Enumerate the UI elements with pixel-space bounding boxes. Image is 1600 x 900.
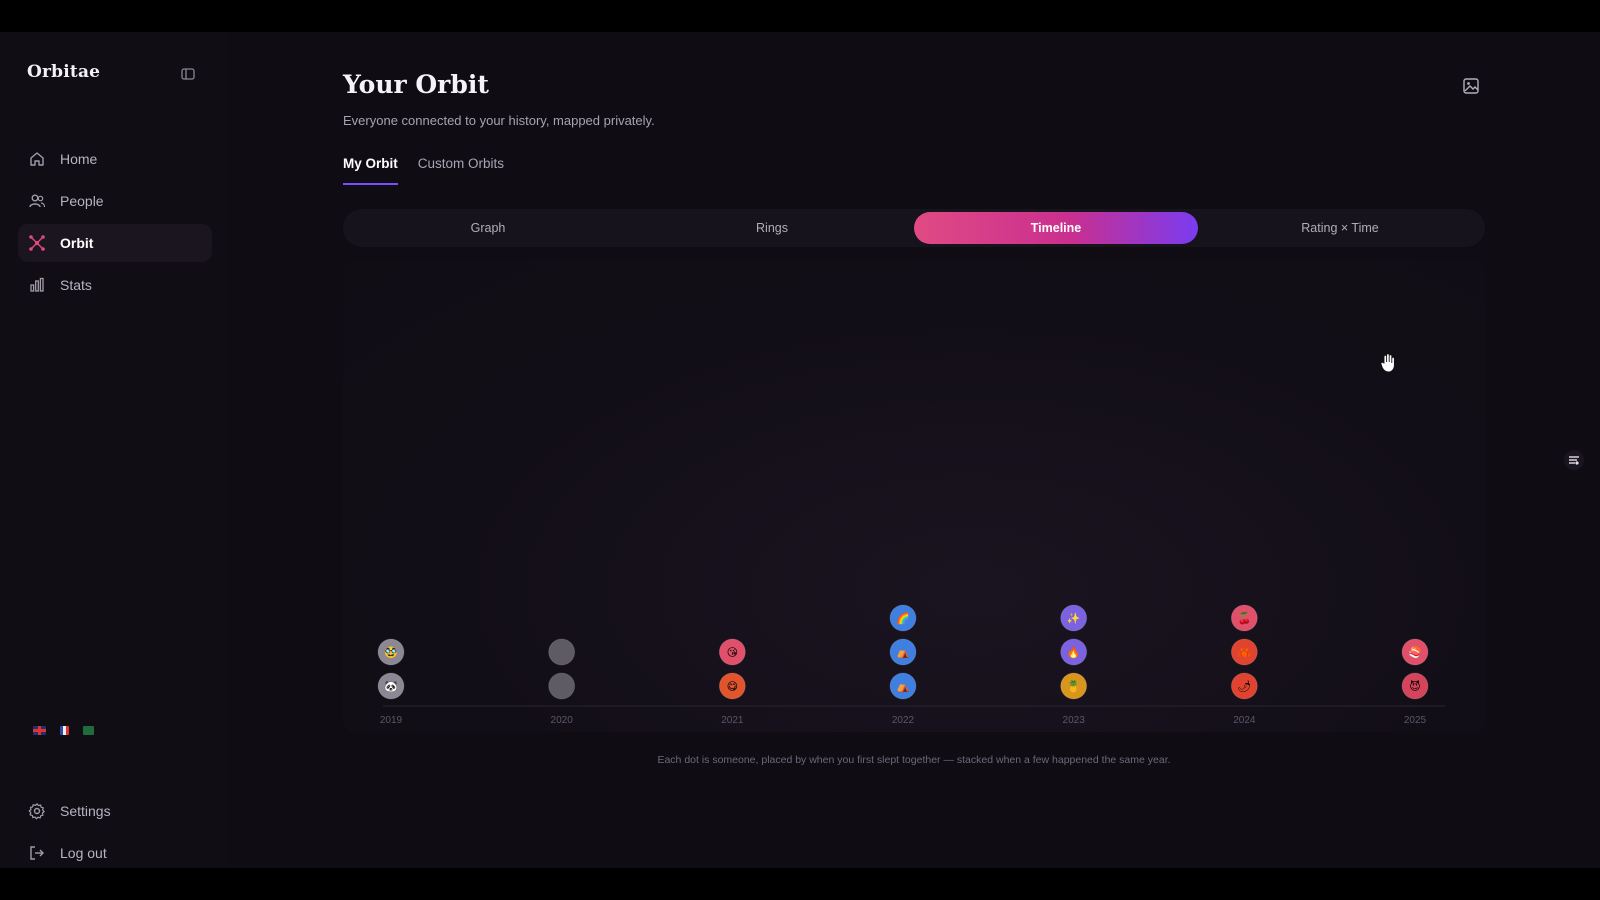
home-icon — [27, 149, 47, 169]
sidebar-collapse-button[interactable] — [180, 66, 196, 82]
image-icon — [1463, 78, 1479, 94]
person-dot[interactable]: ⛺ — [889, 638, 917, 666]
person-dot[interactable]: 😋 — [718, 672, 746, 700]
main-content: Your Orbit Everyone connected to your hi… — [343, 32, 1485, 868]
view-rating-time-button[interactable]: Rating × Time — [1198, 212, 1482, 244]
tab-my-orbit[interactable]: My Orbit — [343, 156, 398, 185]
year-tick-label: 2019 — [380, 715, 403, 726]
view-graph-button[interactable]: Graph — [346, 212, 630, 244]
person-dot[interactable] — [548, 672, 576, 700]
person-dot[interactable]: 😈 — [1401, 672, 1429, 700]
sidebar-item-label: People — [60, 193, 104, 209]
hand-cursor-icon — [1378, 352, 1398, 374]
sidebar-item-label: Stats — [60, 277, 92, 293]
person-emoji: 🔥 — [1067, 646, 1081, 659]
tab-custom-orbits[interactable]: Custom Orbits — [418, 156, 504, 185]
person-emoji: 😘 — [727, 646, 738, 659]
gear-icon — [27, 801, 47, 821]
person-dot[interactable]: 🥸 — [377, 638, 405, 666]
person-dot[interactable]: 😘 — [718, 638, 746, 666]
stats-icon — [27, 275, 47, 295]
sidebar-item-stats[interactable]: Stats — [18, 266, 212, 304]
panel-toggle-icon — [181, 68, 195, 80]
person-dot[interactable]: 🐼 — [377, 672, 405, 700]
sidebar-nav: Home People Orbit Stats — [18, 140, 212, 308]
person-dot[interactable]: 🌶 — [1230, 672, 1258, 700]
person-dot[interactable]: ✨ — [1060, 604, 1088, 632]
logout-label: Log out — [60, 845, 107, 861]
language-switcher — [33, 726, 94, 735]
person-emoji: 😋 — [727, 680, 738, 693]
person-emoji: 🍣 — [1408, 645, 1422, 659]
person-emoji: ⛺ — [896, 680, 910, 693]
view-rings-button[interactable]: Rings — [630, 212, 914, 244]
person-dot[interactable]: 🌈 — [889, 604, 917, 632]
person-emoji: 🍍 — [1067, 680, 1081, 693]
timeline-caption: Each dot is someone, placed by when you … — [657, 754, 1171, 766]
person-dot[interactable]: 🦀 — [1230, 638, 1258, 666]
orbit-icon — [27, 233, 47, 253]
timeline-chart-panel[interactable]: 2019 2020 2021 2022 2023 2024 2025 🐼 🥸 😋 😘 ⛺ ⛺ 🌈 🍍 🔥 ✨ 🌶 🦀… — [343, 260, 1485, 732]
person-emoji: 😈 — [1409, 680, 1420, 693]
sidebar-item-people[interactable]: People — [18, 182, 212, 220]
logout-button[interactable]: Log out — [18, 834, 212, 868]
sidebar-item-orbit[interactable]: Orbit — [18, 224, 212, 262]
brand-logo[interactable]: Orbitae — [27, 62, 100, 82]
person-dot[interactable]: 🍣 — [1401, 638, 1429, 666]
sidebar-item-label: Orbit — [60, 235, 94, 251]
year-tick-label: 2023 — [1063, 715, 1086, 726]
sidebar-item-settings[interactable]: Settings — [18, 792, 212, 830]
year-tick-label: 2022 — [892, 715, 915, 726]
view-timeline-button[interactable]: Timeline — [914, 212, 1198, 244]
filter-icon — [1569, 456, 1579, 465]
fr-flag-icon[interactable] — [60, 726, 69, 735]
view-switcher: Graph Rings Timeline Rating × Time — [343, 209, 1485, 247]
ar-flag-icon[interactable] — [83, 726, 94, 735]
logout-icon — [27, 843, 47, 863]
uk-flag-icon[interactable] — [33, 726, 46, 735]
person-emoji: ⛺ — [896, 646, 910, 659]
year-tick-label: 2025 — [1404, 715, 1427, 726]
person-emoji: 🌶 — [1237, 680, 1251, 693]
sidebar-item-label: Home — [60, 151, 98, 167]
filter-button[interactable] — [1564, 450, 1584, 470]
app-window: Orbitae Home People Orbit Stats Settings… — [0, 32, 1600, 868]
year-tick-label: 2021 — [721, 715, 744, 726]
settings-label: Settings — [60, 803, 111, 819]
timeline-chart: 2019 2020 2021 2022 2023 2024 2025 🐼 🥸 😋 😘 ⛺ ⛺ 🌈 🍍 🔥 ✨ 🌶 🦀… — [377, 604, 1445, 726]
person-dot[interactable]: 🔥 — [1060, 638, 1088, 666]
page-subtitle: Everyone connected to your history, mapp… — [343, 113, 655, 128]
person-emoji: 🦀 — [1237, 646, 1251, 659]
person-dot[interactable] — [548, 638, 576, 666]
people-icon — [27, 191, 47, 211]
person-emoji: ✨ — [1067, 612, 1081, 625]
year-tick-label: 2024 — [1233, 715, 1256, 726]
page-title: Your Orbit — [343, 70, 489, 99]
sidebar: Orbitae Home People Orbit Stats Settings… — [0, 32, 228, 868]
year-tick-label: 2020 — [551, 715, 574, 726]
person-emoji: 🍒 — [1237, 612, 1251, 625]
person-emoji: 🐼 — [384, 680, 398, 693]
sidebar-item-home[interactable]: Home — [18, 140, 212, 178]
person-dot[interactable]: ⛺ — [889, 672, 917, 700]
person-dot[interactable]: 🍒 — [1230, 604, 1258, 632]
export-image-button[interactable] — [1461, 76, 1481, 96]
person-dot[interactable]: 🍍 — [1060, 672, 1088, 700]
person-emoji: 🥸 — [384, 646, 398, 659]
sidebar-bottom-nav: Settings Log out — [18, 792, 212, 868]
person-emoji: 🌈 — [896, 611, 910, 625]
orbit-tabs: My Orbit Custom Orbits — [343, 156, 504, 185]
